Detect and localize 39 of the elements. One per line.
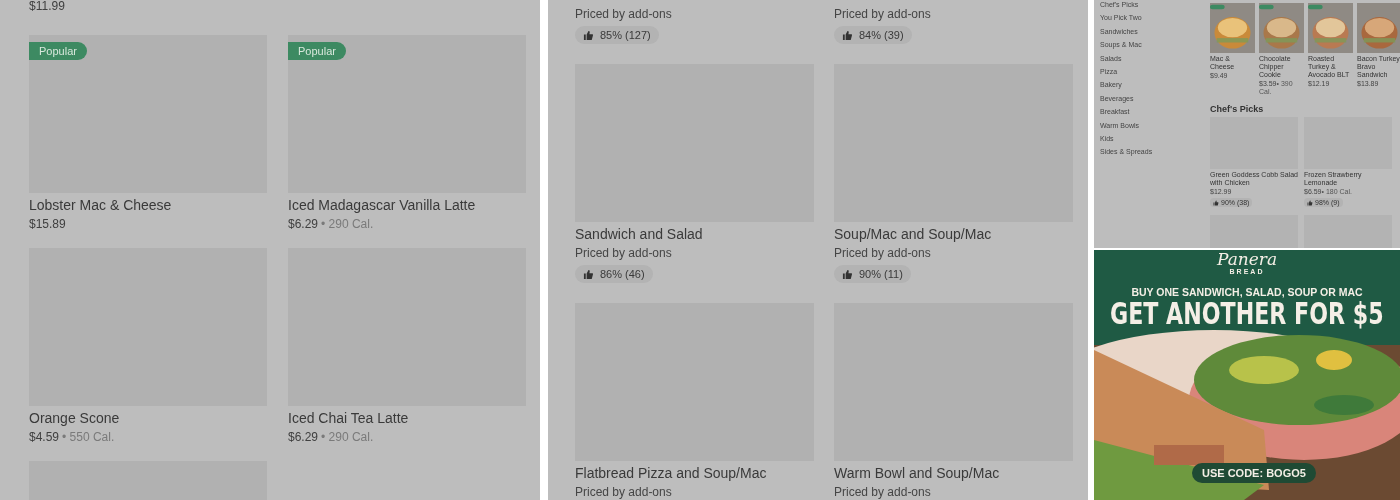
item-price: $11.99 xyxy=(29,0,66,13)
item-calories: • 290 Cal. xyxy=(321,217,374,231)
item-price: $6.29 xyxy=(288,217,319,231)
thumbs-up-icon xyxy=(1307,199,1313,206)
thumbs-up-icon xyxy=(842,29,853,41)
item-subtitle: Priced by add-ons xyxy=(834,7,931,22)
item-title[interactable]: Iced Madagascar Vanilla Latte xyxy=(288,197,476,214)
item-subtitle: Priced by add-ons xyxy=(575,485,672,500)
item-subtitle: Priced by add-ons xyxy=(834,485,931,500)
item-title[interactable]: Warm Bowl and Soup/Mac xyxy=(834,465,1000,482)
brand-logo: Panera xyxy=(1216,251,1278,268)
section-title: Chef's Picks xyxy=(1210,104,1265,114)
rating-text: 84% (39) xyxy=(859,29,904,41)
item-subtitle: Priced by add-ons xyxy=(575,246,672,261)
item-title[interactable]: Orange Scone xyxy=(29,410,120,427)
item-title[interactable]: Flatbread Pizza and Soup/Mac xyxy=(575,465,767,482)
item-calories: • 290 Cal. xyxy=(321,430,374,444)
item-title[interactable]: Sandwich and Salad xyxy=(575,226,703,243)
thumbs-up-icon xyxy=(583,268,594,280)
ad-offer: GET ANOTHER FOR $5 xyxy=(1110,298,1384,330)
popular-badge: Popular xyxy=(29,42,87,60)
thumbs-up-icon xyxy=(842,268,853,280)
item-subtitle: Priced by add-ons xyxy=(575,7,672,22)
rating-text: 85% (127) xyxy=(600,29,651,41)
item-price: $4.59 xyxy=(29,430,60,444)
ad-headline: BUY ONE SANDWICH, SALAD, SOUP OR MAC xyxy=(1131,286,1363,298)
item-price: $15.89 xyxy=(29,217,66,231)
promo-code: USE CODE: BOGO5 xyxy=(1192,463,1316,483)
popular-badge: Popular xyxy=(288,42,346,60)
item-price: $6.29 xyxy=(288,430,319,444)
item-calories: • 550 Cal. xyxy=(62,430,115,444)
thumbs-up-icon xyxy=(583,29,594,41)
item-title[interactable]: Lobster Mac & Cheese xyxy=(29,197,172,214)
item-subtitle: Priced by add-ons xyxy=(834,246,931,261)
item-title[interactable]: Iced Chai Tea Latte xyxy=(288,410,409,427)
thumbs-up-icon xyxy=(1213,199,1219,206)
rating-text: 90% (11) xyxy=(859,268,903,280)
item-title[interactable]: Soup/Mac and Soup/Mac xyxy=(834,226,992,243)
rating-text: 86% (46) xyxy=(600,268,645,280)
